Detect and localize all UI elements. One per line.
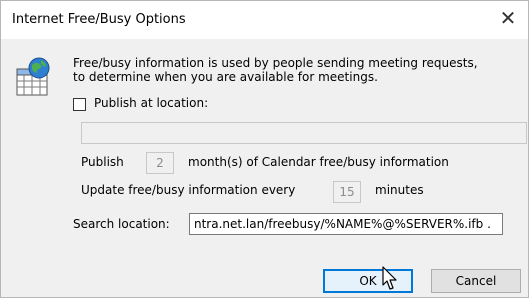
dialog-title: Internet Free/Busy Options (12, 12, 186, 27)
publish-months-suffix: month(s) of Calendar free/busy informati… (188, 155, 449, 169)
update-interval-suffix: minutes (375, 183, 424, 197)
update-interval-input[interactable]: 15 (333, 181, 361, 203)
publish-months-input[interactable]: 2 (146, 152, 174, 174)
publish-location-input[interactable] (81, 122, 527, 144)
update-interval-label: Update free/busy information every (81, 183, 296, 197)
search-location-label: Search location: (73, 217, 170, 231)
search-location-input[interactable]: ntra.net.lan/freebusy/%NAME%@%SERVER%.if… (189, 213, 503, 235)
info-text: Free/busy information is used by people … (73, 56, 525, 84)
title-bar: Internet Free/Busy Options ✕ (1, 1, 528, 39)
calendar-globe-icon (16, 57, 50, 96)
mouse-pointer-icon (382, 266, 397, 290)
publish-at-location-checkbox[interactable] (73, 98, 86, 111)
info-line-1: Free/busy information is used by people … (73, 56, 478, 70)
publish-months-label: Publish (81, 155, 124, 169)
info-line-2: to determine when you are available for … (73, 70, 378, 84)
close-icon[interactable]: ✕ (488, 1, 528, 39)
free-busy-options-dialog: Internet Free/Busy Options ✕ Free/busy i… (0, 0, 529, 298)
cancel-button[interactable]: Cancel (431, 269, 521, 293)
publish-at-location-label[interactable]: Publish at location: (94, 96, 208, 110)
